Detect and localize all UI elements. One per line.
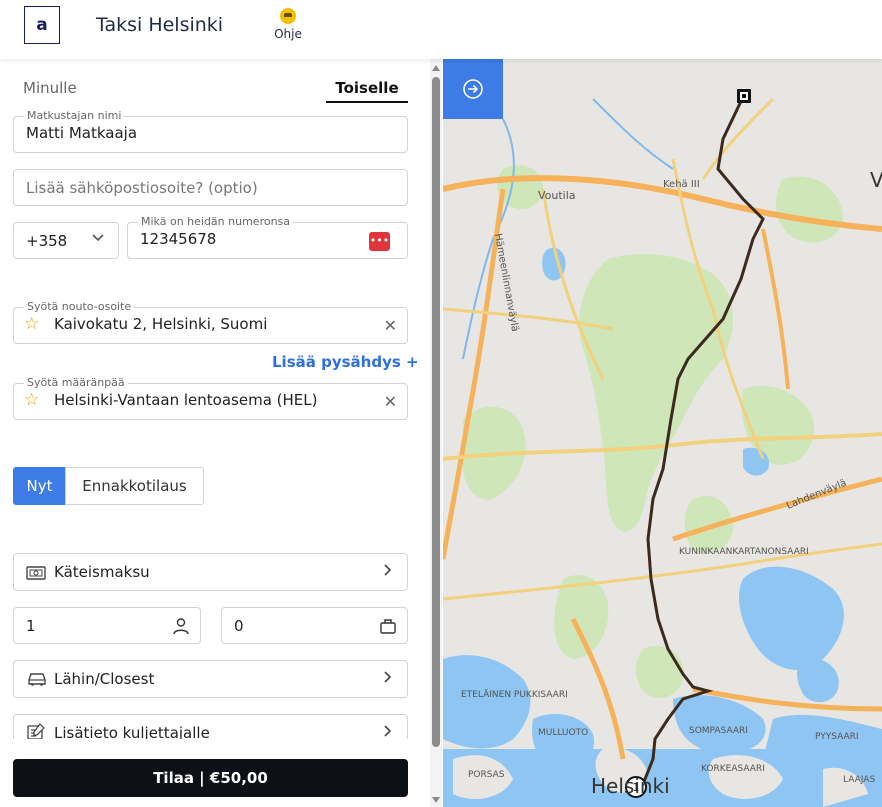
map-label: Voutila bbox=[538, 189, 576, 202]
destination-value: Helsinki-Vantaan lentoasema (HEL) bbox=[54, 391, 318, 409]
map-label: Kehä III bbox=[663, 179, 700, 190]
now-toggle[interactable]: Nyt bbox=[13, 467, 66, 505]
tab-for-me[interactable]: Minulle bbox=[23, 79, 77, 97]
map-label: ETELÄINEN PUKKISAARI bbox=[461, 689, 568, 700]
pickup-address-value: Kaivokatu 2, Helsinki, Suomi bbox=[54, 315, 268, 333]
booking-form-panel: Minulle Toiselle Matkustajan nimi Matti … bbox=[0, 59, 430, 807]
phone-number-field[interactable]: Mikä on heidän numeronsa 12345678 ••• bbox=[127, 215, 408, 259]
country-code-value: +358 bbox=[26, 232, 68, 250]
map-label: SOMPASAARI bbox=[689, 726, 748, 736]
scroll-thumb[interactable] bbox=[432, 77, 440, 747]
route-map[interactable]: 1 Voutila Kehä III Hämeenlinnanväylä Lah… bbox=[443, 59, 882, 807]
app-header: a Taksi Helsinki Ohje bbox=[0, 0, 882, 59]
passenger-name-value: Matti Matkaaja bbox=[26, 124, 138, 142]
advance-booking-toggle[interactable]: Ennakkotilaus bbox=[65, 467, 204, 505]
map-label: MULLUOTO bbox=[538, 728, 588, 738]
map-canvas: 1 Voutila Kehä III Hämeenlinnanväylä Lah… bbox=[443, 89, 882, 807]
add-stop-link[interactable]: Lisää pysähdys + bbox=[272, 353, 419, 371]
chevron-right-icon bbox=[379, 669, 395, 689]
taxi-help-icon bbox=[280, 8, 296, 24]
person-icon bbox=[172, 617, 190, 639]
phone-number-label: Mikä on heidän numeronsa bbox=[138, 215, 294, 228]
clear-icon[interactable]: ✕ bbox=[384, 316, 397, 335]
vehicle-type-row[interactable]: Lähin/Closest bbox=[13, 660, 408, 698]
map-label: V bbox=[870, 168, 882, 192]
tab-for-other[interactable]: Toiselle bbox=[326, 79, 408, 103]
chevron-down-icon bbox=[90, 229, 106, 249]
destination-field[interactable]: Syötä määränpää ☆ Helsinki-Vantaan lento… bbox=[13, 376, 408, 420]
collapse-panel-button[interactable] bbox=[443, 59, 503, 119]
password-manager-icon[interactable]: ••• bbox=[369, 232, 390, 251]
country-code-select[interactable]: +358 bbox=[13, 222, 119, 259]
email-field[interactable]: Lisää sähköpostiosoite? (optio) bbox=[13, 169, 408, 206]
form-scrollbar[interactable] bbox=[430, 59, 442, 807]
pickup-address-field[interactable]: Syötä nouto-osoite ☆ Kaivokatu 2, Helsin… bbox=[13, 300, 408, 344]
car-icon bbox=[26, 671, 48, 691]
destination-label: Syötä määränpää bbox=[24, 376, 128, 389]
luggage-icon bbox=[379, 617, 397, 639]
arrow-right-circle-icon bbox=[463, 79, 483, 99]
map-label: KUNINKAANKARTANONSAARI bbox=[679, 547, 809, 557]
map-label: PYYSAARI bbox=[815, 732, 859, 742]
star-icon[interactable]: ☆ bbox=[24, 316, 39, 333]
passenger-count-value: 1 bbox=[26, 617, 36, 635]
map-label: LAAJAS bbox=[843, 775, 875, 785]
payment-method-row[interactable]: Käteismaksu bbox=[13, 553, 408, 591]
map-label: KORKEASAARI bbox=[701, 764, 765, 774]
chevron-right-icon bbox=[379, 562, 395, 582]
help-label: Ohje bbox=[274, 27, 302, 41]
map-label: PORSAS bbox=[468, 770, 505, 780]
pickup-address-label: Syötä nouto-osoite bbox=[24, 300, 135, 313]
cash-icon bbox=[26, 565, 46, 584]
scroll-up-arrow[interactable] bbox=[432, 65, 440, 71]
app-logo[interactable]: a bbox=[24, 6, 60, 44]
order-button[interactable]: Tilaa | €50,00 bbox=[13, 759, 408, 797]
phone-number-value: 12345678 bbox=[140, 230, 217, 248]
scroll-fade bbox=[0, 739, 430, 759]
payment-method-label: Käteismaksu bbox=[54, 563, 150, 581]
app-title: Taksi Helsinki bbox=[96, 14, 224, 36]
vehicle-type-label: Lähin/Closest bbox=[54, 670, 155, 688]
help-button[interactable]: Ohje bbox=[270, 8, 306, 41]
luggage-count-value: 0 bbox=[234, 617, 244, 635]
map-label: Lahdenväylä bbox=[785, 478, 848, 512]
clear-icon[interactable]: ✕ bbox=[384, 392, 397, 411]
map-city-label: Helsinki bbox=[591, 774, 670, 798]
map-label: Hämeenlinnanväylä bbox=[492, 233, 520, 333]
star-icon[interactable]: ☆ bbox=[24, 392, 39, 409]
email-placeholder: Lisää sähköpostiosoite? (optio) bbox=[26, 179, 258, 197]
destination-marker[interactable] bbox=[737, 89, 751, 103]
passenger-count-field[interactable]: 1 bbox=[13, 607, 201, 644]
scroll-down-arrow[interactable] bbox=[432, 797, 440, 803]
luggage-count-field[interactable]: 0 bbox=[221, 607, 408, 644]
passenger-name-label: Matkustajan nimi bbox=[24, 109, 125, 122]
passenger-name-field[interactable]: Matkustajan nimi Matti Matkaaja bbox=[13, 109, 408, 153]
